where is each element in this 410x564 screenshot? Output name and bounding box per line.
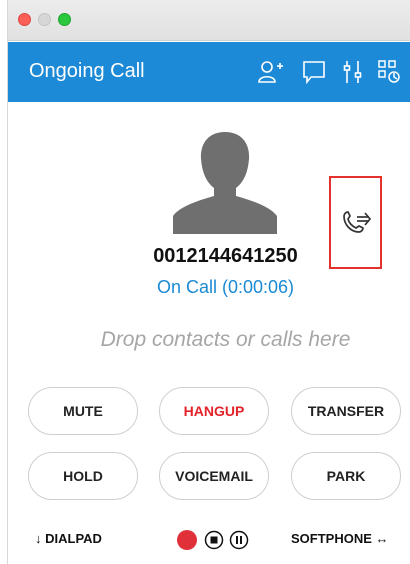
park-button[interactable]: PARK (291, 452, 401, 500)
drop-zone[interactable]: Drop contacts or calls here (8, 328, 410, 352)
softphone-label: SOFTPHONE (291, 531, 372, 546)
call-status: On Call (0:00:06) (156, 277, 295, 297)
dialpad-label: DIALPAD (45, 531, 102, 546)
settings-sliders-icon[interactable] (340, 58, 368, 86)
chat-icon[interactable] (300, 58, 328, 86)
close-window-button[interactable] (18, 13, 31, 26)
page-title: Ongoing Call (29, 60, 145, 82)
dialpad-toggle[interactable]: ↓ DIALPAD (35, 531, 102, 546)
transfer-button[interactable]: TRANSFER (291, 387, 401, 435)
title-bar (8, 0, 410, 41)
voicemail-button[interactable]: VOICEMAIL (159, 452, 269, 500)
softphone-toggle[interactable]: SOFTPHONE ↔ (291, 531, 389, 546)
transfer-call-button[interactable] (329, 176, 382, 269)
hold-button[interactable]: HOLD (28, 452, 138, 500)
arrow-down-icon: ↓ (35, 531, 42, 546)
record-icon (177, 530, 197, 550)
record-button[interactable] (176, 529, 198, 556)
grid-apps-icon[interactable] (376, 58, 404, 86)
stop-icon (204, 530, 224, 550)
hangup-button[interactable]: HANGUP (159, 387, 269, 435)
mute-button[interactable]: MUTE (28, 387, 138, 435)
stop-recording-button[interactable] (203, 529, 225, 556)
pause-recording-button[interactable] (228, 529, 250, 556)
app-window: Ongoing Call 0012144641250 On Call (0:00… (7, 0, 410, 564)
call-transfer-icon (343, 211, 372, 233)
pause-icon (229, 530, 249, 550)
minimize-window-button[interactable] (38, 13, 51, 26)
contact-avatar (170, 124, 280, 234)
swap-arrows-icon: ↔ (375, 531, 389, 546)
add-contact-icon[interactable] (256, 58, 284, 86)
zoom-window-button[interactable] (58, 13, 71, 26)
call-header: Ongoing Call (8, 42, 410, 102)
